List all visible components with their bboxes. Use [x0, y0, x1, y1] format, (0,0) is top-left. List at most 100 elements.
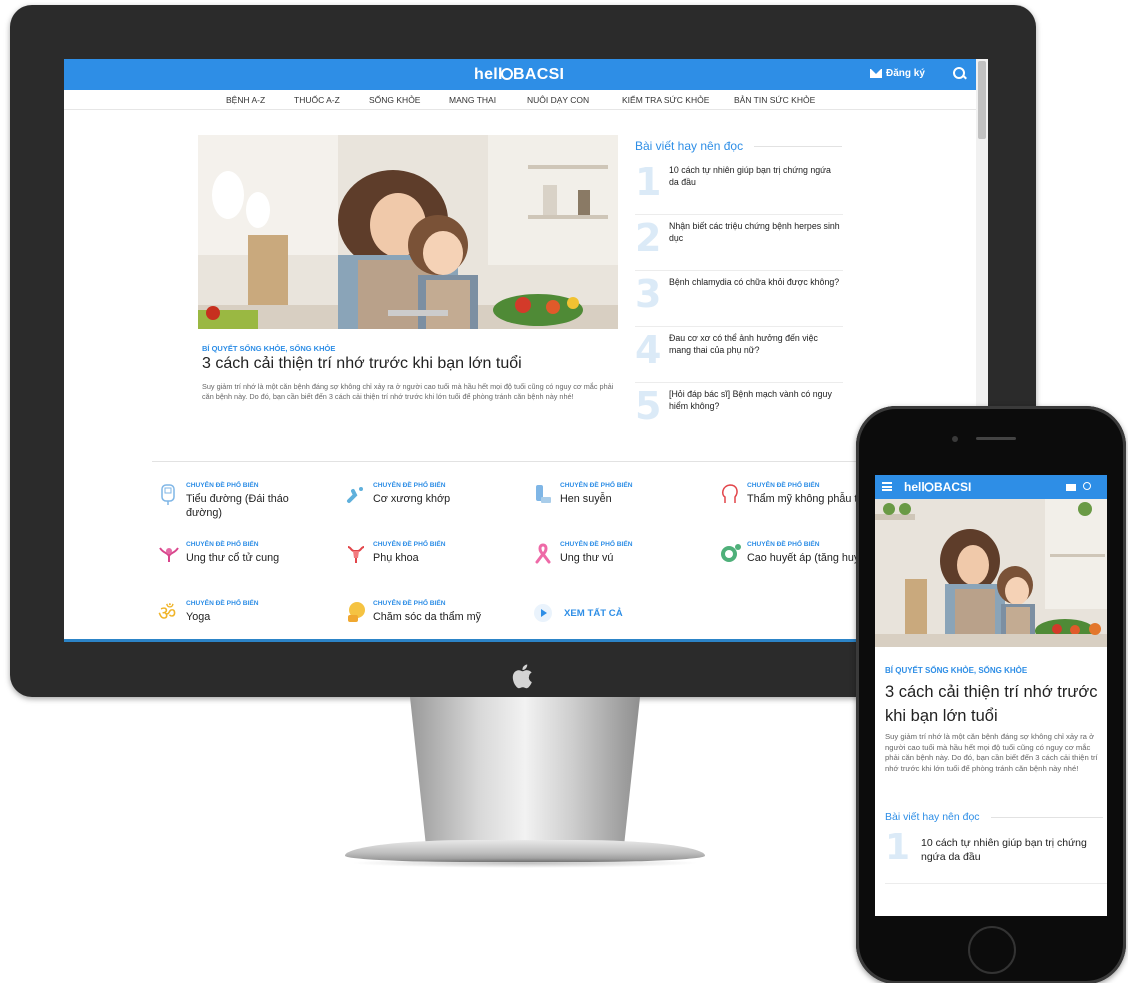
topic-name[interactable]: Cơ xương khớp [373, 492, 513, 506]
must-read-link[interactable]: Nhận biết các triệu chứng bệnh herpes si… [669, 220, 841, 244]
topic-category: CHUYÊN ĐỀ PHỔ BIẾN [747, 541, 820, 548]
uterus-icon [347, 546, 365, 563]
svg-text:BACSI: BACSI [513, 66, 564, 83]
must-read-number: 2 [635, 216, 662, 260]
nav-item-ban-tin[interactable]: BẢN TIN SỨC KHỎE [734, 95, 815, 105]
search-icon[interactable] [1083, 482, 1091, 490]
nav-item-benh[interactable]: BỆNH A-Z [226, 95, 265, 105]
must-read-divider [754, 146, 842, 147]
inhaler-icon [536, 485, 551, 503]
joint-icon [347, 487, 363, 503]
mobile-must-read-separator [885, 883, 1107, 884]
topic-name[interactable]: Tiểu đường (Đái tháo đường) [186, 492, 326, 520]
see-all-link[interactable]: XEM TẤT CẢ [534, 604, 623, 622]
mobile-hero-category[interactable]: BÍ QUYẾT SỐNG KHỎE, SỐNG KHỎE [885, 666, 1027, 675]
nav-item-thuoc[interactable]: THUỐC A-Z [294, 95, 340, 105]
mobile-must-read-number: 1 [885, 827, 911, 868]
topic-item-ung-thu-vu[interactable]: CHUYÊN ĐỀ PHỔ BIẾN Ung thư vú [532, 541, 702, 585]
mother-daughter-cooking-photo [198, 135, 618, 329]
pink-ribbon-icon [535, 543, 551, 564]
topic-category: CHUYÊN ĐỀ PHỔ BIẾN [560, 541, 633, 548]
blood-pressure-icon [721, 544, 741, 562]
must-read-item[interactable]: 1 10 cách tự nhiên giúp bạn trị chứng ng… [635, 159, 843, 215]
mobile-screen: hell BACSI BÍ QUYẾT SỐNG KHỎE, SỐNG KHỎE… [875, 475, 1107, 916]
see-all-label: XEM TẤT CẢ [564, 607, 623, 619]
topic-item-yoga[interactable]: ॐ CHUYÊN ĐỀ PHỔ BIẾN Yoga [158, 600, 328, 641]
topic-name[interactable]: Chăm sóc da thẩm mỹ [373, 610, 513, 624]
section-divider [152, 461, 922, 462]
topic-name[interactable]: Ung thư vú [560, 551, 700, 565]
hero-image[interactable] [198, 135, 618, 329]
topic-name[interactable]: Ung thư cổ tử cung [186, 551, 326, 565]
must-read-number: 3 [635, 272, 662, 316]
hellobacsi-logo-icon: hell BACSI [904, 480, 971, 494]
must-read-link[interactable]: [Hỏi đáp bác sĩ] Bệnh mạch vành có nguy … [669, 388, 841, 412]
search-icon[interactable] [953, 67, 965, 79]
topic-item-co-xuong-khop[interactable]: CHUYÊN ĐỀ PHỔ BIẾN Cơ xương khớp [345, 482, 515, 526]
skin-care-icon [348, 602, 365, 622]
topic-item-phu-khoa[interactable]: CHUYÊN ĐỀ PHỔ BIẾN Phụ khoa [345, 541, 515, 585]
must-read-item[interactable]: 4 Đau cơ xơ có thể ảnh hưởng đến việc ma… [635, 327, 843, 383]
must-read-item[interactable]: 2 Nhận biết các triệu chứng bệnh herpes … [635, 215, 843, 271]
scrollbar-thumb[interactable] [978, 61, 986, 139]
must-read-item[interactable]: 3 Bệnh chlamydia có chữa khỏi được không… [635, 271, 843, 327]
topic-item-cham-soc-da[interactable]: CHUYÊN ĐỀ PHỔ BIẾN Chăm sóc da thẩm mỹ [345, 600, 515, 641]
desktop-screen: hell BACSI Đăng ký BỆNH A-Z THUỐC A-Z SỐ… [64, 59, 988, 641]
hellobacsi-logo-icon: hell BACSI [474, 66, 564, 83]
om-icon: ॐ [158, 601, 176, 623]
apple-logo-icon [512, 662, 536, 690]
topic-item-ung-thu-co-tu-cung[interactable]: CHUYÊN ĐỀ PHỔ BIẾN Ung thư cổ tử cung [158, 541, 328, 585]
signup-label: Đăng ký [886, 68, 925, 79]
cervical-icon [159, 547, 179, 562]
must-read-number: 1 [635, 160, 662, 204]
hamburger-menu-icon[interactable] [882, 482, 892, 491]
hero-title[interactable]: 3 cách cải thiện trí nhớ trước khi bạn l… [202, 355, 522, 373]
mobile-hero-description: Suy giảm trí nhớ là một căn bệnh đáng sợ… [885, 732, 1098, 773]
iphone-frame: hell BACSI BÍ QUYẾT SỐNG KHỎE, SỐNG KHỎE… [856, 406, 1126, 983]
svg-text:ॐ: ॐ [158, 601, 176, 623]
glucose-meter-icon [161, 484, 175, 505]
hero-category[interactable]: BÍ QUYẾT SỐNG KHỎE, SỐNG KHỎE [202, 344, 335, 353]
nav-item-mang-thai[interactable]: MANG THAI [449, 95, 496, 105]
nav-item-song-khoe[interactable]: SỐNG KHỎE [369, 95, 420, 105]
main-nav: BỆNH A-Z THUỐC A-Z SỐNG KHỎE MANG THAI N… [64, 90, 976, 110]
topic-name[interactable]: Phụ khoa [373, 551, 513, 565]
nav-item-kiem-tra[interactable]: KIỂM TRA SỨC KHỎE [622, 95, 709, 105]
topic-name[interactable]: Yoga [186, 610, 326, 624]
topic-category: CHUYÊN ĐỀ PHỔ BIẾN [373, 600, 446, 607]
mobile-hero-image[interactable] [875, 499, 1107, 647]
hero-description: Suy giảm trí nhớ là một căn bệnh đáng sợ… [202, 382, 614, 401]
must-read-item[interactable]: 5 [Hỏi đáp bác sĩ] Bệnh mạch vành có ngu… [635, 383, 843, 439]
topic-category: CHUYÊN ĐỀ PHỔ BIẾN [373, 482, 446, 489]
mobile-must-read-title: Bài viết hay nên đọc [885, 811, 980, 823]
must-read-number: 4 [635, 328, 662, 372]
mail-icon[interactable] [1066, 484, 1076, 491]
mobile-must-read-divider [991, 817, 1103, 818]
face-icon [721, 484, 738, 503]
mobile-logo[interactable]: hell BACSI [904, 479, 974, 498]
must-read-title: Bài viết hay nên đọc [635, 139, 744, 153]
home-button[interactable] [968, 926, 1016, 974]
nav-item-nuoi-day-con[interactable]: NUÔI DẠY CON [527, 95, 589, 105]
imac-stand [410, 697, 640, 847]
mobile-must-read-link[interactable]: 10 cách tự nhiên giúp bạn trị chứng ngứa… [921, 836, 1105, 864]
topic-category: CHUYÊN ĐỀ PHỔ BIẾN [373, 541, 446, 548]
must-read-link[interactable]: Đau cơ xơ có thể ảnh hưởng đến việc mang… [669, 332, 841, 356]
must-read-link[interactable]: 10 cách tự nhiên giúp bạn trị chứng ngứa… [669, 164, 841, 188]
topic-name[interactable]: Hen suyễn [560, 492, 700, 506]
topic-category: CHUYÊN ĐỀ PHỔ BIẾN [186, 600, 259, 607]
play-icon [534, 604, 552, 622]
signup-button[interactable]: Đăng ký [870, 68, 925, 79]
topic-item-hen-suyen[interactable]: CHUYÊN ĐỀ PHỔ BIẾN Hen suyễn [532, 482, 702, 526]
device-mockup: hell BACSI Đăng ký BỆNH A-Z THUỐC A-Z SỐ… [0, 0, 1128, 983]
camera-icon [952, 436, 958, 442]
mother-daughter-cooking-photo [875, 499, 1107, 647]
svg-text:BACSI: BACSI [934, 480, 971, 494]
mobile-header: hell BACSI [875, 475, 1107, 499]
topic-category: CHUYÊN ĐỀ PHỔ BIẾN [560, 482, 633, 489]
site-logo[interactable]: hell BACSI [474, 64, 564, 89]
topic-item-tieu-duong[interactable]: CHUYÊN ĐỀ PHỔ BIẾN Tiểu đường (Đái tháo … [158, 482, 328, 526]
speaker-grille [976, 437, 1016, 440]
mobile-hero-title[interactable]: 3 cách cải thiện trí nhớ trước khi bạn l… [885, 680, 1105, 728]
must-read-link[interactable]: Bệnh chlamydia có chữa khỏi được không? [669, 276, 841, 288]
